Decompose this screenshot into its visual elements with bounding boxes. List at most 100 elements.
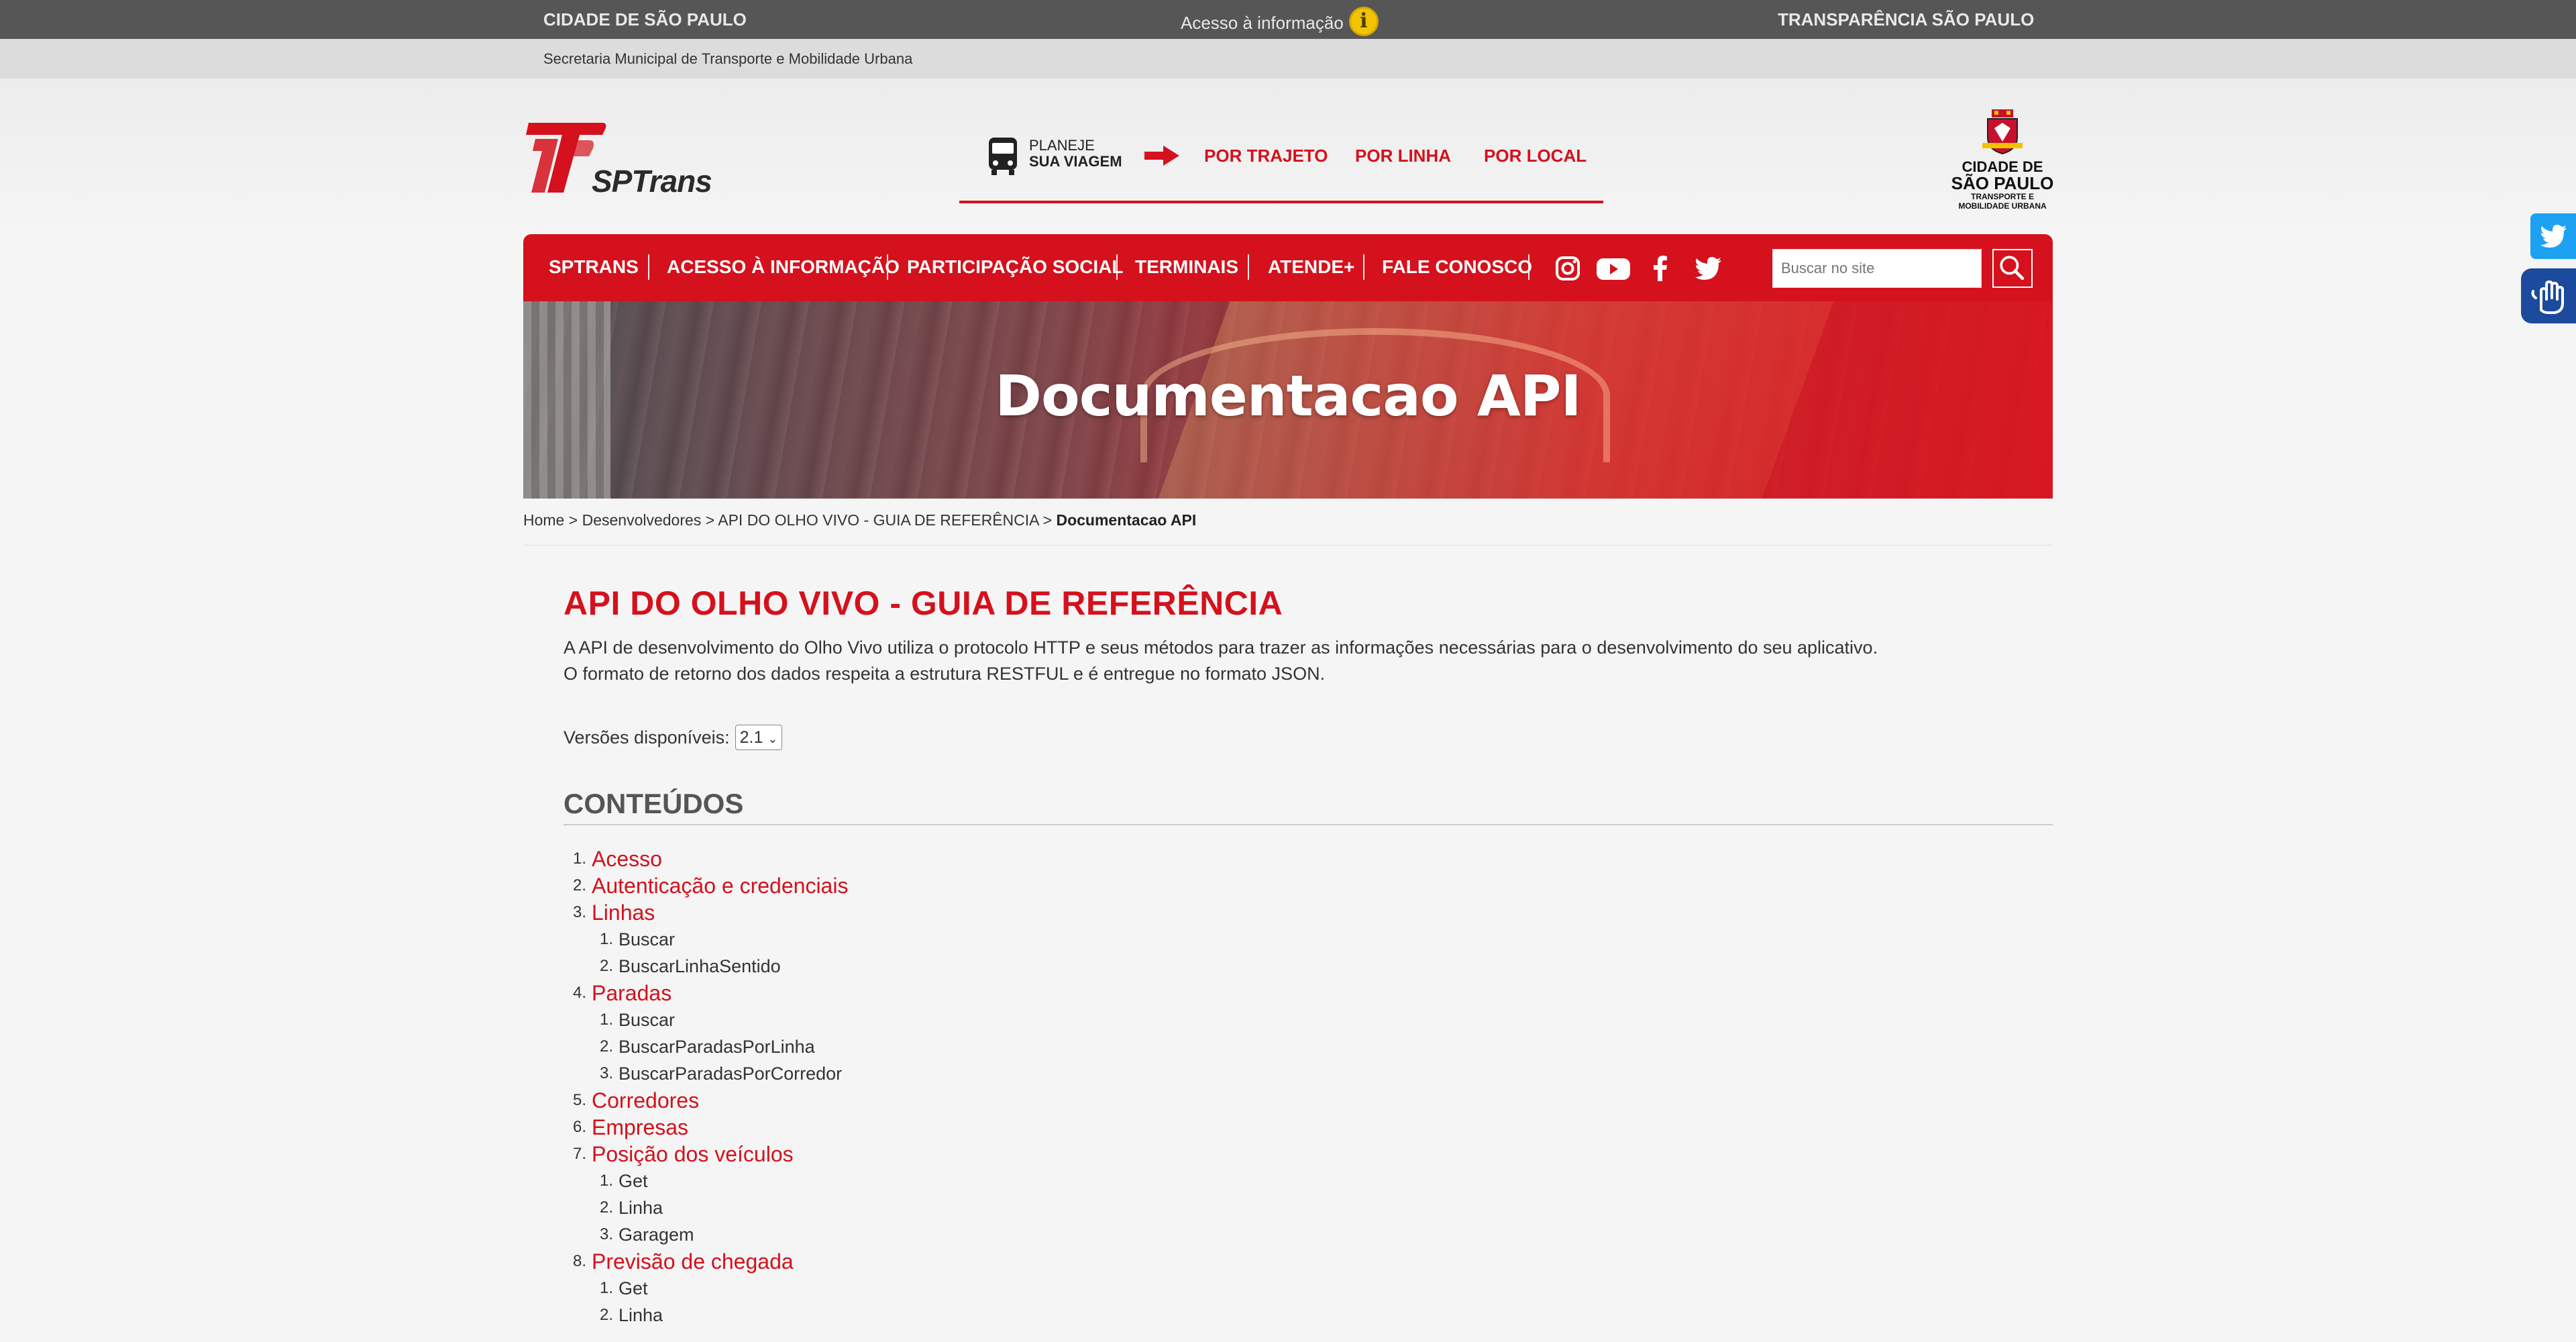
content-title: API DO OLHO VIVO - GUIA DE REFERÊNCIA	[564, 584, 1283, 622]
toc-subitem-link[interactable]: Buscar	[619, 929, 675, 950]
twitter-icon[interactable]	[1693, 253, 1724, 284]
toc-subitem: 1. Get	[564, 1275, 2053, 1302]
toc-subitem: 1. Buscar	[564, 1007, 2053, 1033]
toc-item-number: 4.	[572, 984, 586, 1002]
toc-subitem-link[interactable]: Get	[619, 1171, 648, 1192]
toc-item-link[interactable]: Corredores	[592, 1088, 699, 1113]
toc-subitem: 1. Get	[564, 1168, 2053, 1194]
toc-item-link[interactable]: Empresas	[592, 1115, 688, 1140]
toc-item: 7. Posição dos veículos	[564, 1141, 2053, 1168]
instagram-icon[interactable]	[1552, 253, 1583, 284]
por-local-link[interactable]: POR LOCAL	[1484, 146, 1587, 166]
city-logo-line3: TRANSPORTE E	[1970, 192, 2034, 201]
versions-row: Versões disponíveis: 2.1 ⌄	[564, 725, 2053, 750]
toc-subitem-link[interactable]: BuscarLinhaSentido	[619, 956, 781, 977]
nav-divider	[648, 254, 649, 280]
nav-item-terminais[interactable]: TERMINAIS	[1135, 256, 1238, 278]
arrow-right-icon	[1144, 146, 1179, 166]
nav-divider	[1363, 254, 1364, 280]
sptrans-logo[interactable]: SPTrans	[522, 117, 743, 205]
intro-line-2: O formato de retorno dos dados respeita …	[564, 664, 1326, 684]
bus-icon	[989, 138, 1017, 175]
toc-item: 3. Linhas	[564, 899, 2053, 926]
search-icon	[2000, 256, 2025, 280]
nav-item-fale-conosco[interactable]: FALE CONOSCO	[1382, 256, 1532, 278]
nav-item-acesso-informacao[interactable]: ACESSO À INFORMAÇÃO	[667, 256, 900, 278]
toc-item-number: 7.	[572, 1145, 586, 1163]
toc-item-link[interactable]: Autenticação e credenciais	[592, 874, 848, 898]
transparency-link[interactable]: TRANSPARÊNCIA SÃO PAULO	[1778, 9, 2034, 30]
intro-text: A API de desenvolvimento do Olho Vivo ut…	[564, 635, 2053, 687]
access-info-label: Acesso à informação	[1181, 12, 1344, 33]
access-info-link[interactable]: Acesso à informação i	[1181, 7, 1379, 36]
toc-subitem-link[interactable]: BuscarParadasPorCorredor	[619, 1064, 842, 1084]
version-select-value: 2.1	[739, 728, 763, 747]
toc-subitem-number: 2.	[599, 957, 613, 975]
secretaria-label: Secretaria Municipal de Transporte e Mob…	[543, 50, 913, 67]
twitter-icon	[2540, 225, 2567, 248]
accessibility-button[interactable]	[2521, 268, 2576, 323]
nav-item-participacao-social[interactable]: PARTICIPAÇÃO SOCIAL	[907, 256, 1124, 278]
search-input[interactable]	[1772, 249, 1982, 288]
toc-item-number: 2.	[572, 876, 586, 894]
gov-top-bar: CIDADE DE SÃO PAULO Acesso à informação …	[0, 0, 2576, 39]
sign-language-icon	[2531, 280, 2564, 314]
page-title: Documentacao API	[995, 363, 1581, 429]
breadcrumb: Home > Desenvolvedores > API DO OLHO VIV…	[523, 511, 1196, 529]
toc-item-number: 8.	[572, 1252, 586, 1270]
toc-item-link[interactable]: Posição dos veículos	[592, 1142, 794, 1167]
version-select[interactable]: 2.1 ⌄	[735, 725, 783, 750]
toc-subitem: 2. Linha	[564, 1194, 2053, 1221]
toc-subitem-number: 1.	[599, 1279, 613, 1297]
por-linha-link[interactable]: POR LINHA	[1355, 146, 1451, 166]
search-button[interactable]	[1992, 249, 2033, 288]
toc-item-number: 5.	[572, 1091, 586, 1109]
info-icon: i	[1348, 7, 1379, 36]
toc-item-link[interactable]: Previsão de chegada	[592, 1249, 794, 1274]
secretaria-bar: Secretaria Municipal de Transporte e Mob…	[0, 39, 2576, 79]
side-twitter-button[interactable]	[2530, 213, 2576, 259]
toc-subitem-link[interactable]: Garagem	[619, 1225, 694, 1245]
toc-subitem-number: 2.	[599, 1198, 613, 1217]
toc-item: 4. Paradas	[564, 980, 2053, 1007]
facebook-icon[interactable]	[1645, 253, 1676, 284]
city-logo-line2: SÃO PAULO	[1951, 173, 2054, 193]
toc-item-number: 6.	[572, 1118, 586, 1136]
toc-subitem: 2. BuscarParadasPorLinha	[564, 1033, 2053, 1060]
planeje-line1: PLANEJE	[1029, 137, 1095, 154]
toc-subitem: 2. BuscarLinhaSentido	[564, 953, 2053, 980]
main-nav: SPTRANS ACESSO À INFORMAÇÃO PARTICIPAÇÃO…	[523, 234, 2053, 301]
nav-item-atende[interactable]: ATENDE+	[1268, 256, 1354, 278]
nav-divider	[1528, 254, 1529, 280]
contents-heading: CONTEÚDOS	[564, 788, 2053, 825]
breadcrumb-olho-vivo[interactable]: API DO OLHO VIVO - GUIA DE REFERÊNCIA	[718, 511, 1038, 529]
toc-subitem: 3. Garagem	[564, 1221, 2053, 1248]
breadcrumb-home[interactable]: Home	[523, 511, 564, 529]
prefeitura-logo[interactable]: CIDADE DE SÃO PAULO TRANSPORTE E MOBILID…	[1945, 108, 2059, 222]
city-crest-icon	[1982, 109, 2023, 155]
nav-item-sptrans[interactable]: SPTRANS	[549, 256, 639, 278]
toc-item-link[interactable]: Linhas	[592, 900, 655, 925]
toc-subitem-link[interactable]: Get	[619, 1278, 648, 1299]
main-content: API DO OLHO VIVO - GUIA DE REFERÊNCIA A …	[564, 584, 2053, 1329]
versions-label: Versões disponíveis:	[564, 727, 730, 747]
toc-subitem: 3. BuscarParadasPorCorredor	[564, 1060, 2053, 1087]
toc-subitem-link[interactable]: Linha	[619, 1198, 663, 1219]
por-trajeto-link[interactable]: POR TRAJETO	[1204, 146, 1328, 166]
youtube-icon[interactable]	[1595, 253, 1631, 284]
city-link[interactable]: CIDADE DE SÃO PAULO	[543, 9, 747, 30]
toc-item-link[interactable]: Acesso	[592, 847, 662, 872]
toc-subitem-link[interactable]: BuscarParadasPorLinha	[619, 1037, 815, 1057]
toc-subitem-number: 1.	[599, 930, 613, 948]
breadcrumb-separator: >	[705, 511, 715, 529]
toc-subitem-link[interactable]: Linha	[619, 1305, 663, 1326]
sptrans-wordmark: SPTrans	[592, 164, 712, 199]
toc-item-link[interactable]: Paradas	[592, 981, 672, 1006]
toc-subitem-link[interactable]: Buscar	[619, 1010, 675, 1031]
breadcrumb-divider	[523, 545, 2053, 546]
table-of-contents: 1. Acesso 2. Autenticação e credenciais 3. Li…	[564, 845, 2053, 1329]
planeje-line2: SUA VIAGEM	[1029, 153, 1122, 170]
hero-banner: Documentacao API	[523, 301, 2053, 499]
breadcrumb-desenvolvedores[interactable]: Desenvolvedores	[582, 511, 702, 529]
toc-subitem-number: 2.	[599, 1037, 613, 1055]
